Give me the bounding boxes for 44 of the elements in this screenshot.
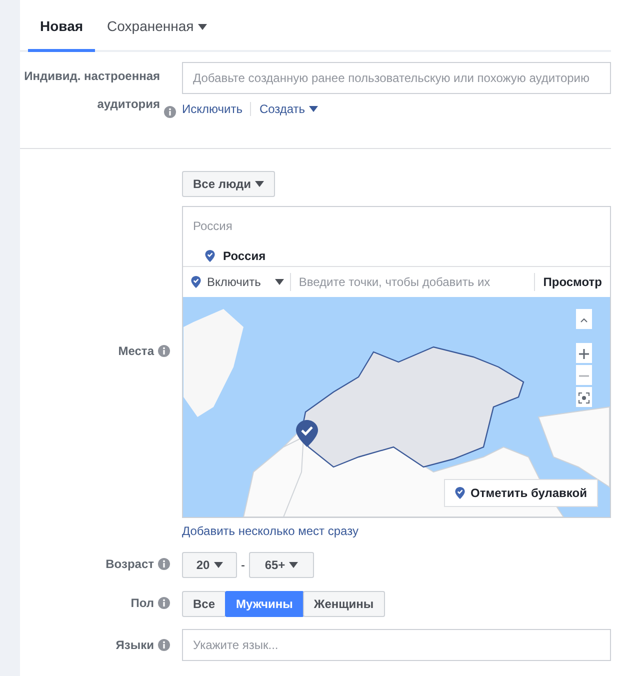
caret-icon xyxy=(214,562,223,568)
caret-icon xyxy=(274,279,284,285)
pin-icon xyxy=(191,276,201,288)
gender-option[interactable]: Мужчины xyxy=(225,591,304,617)
minus-icon xyxy=(579,374,589,377)
audience-dropdown[interactable]: Все люди xyxy=(182,171,276,197)
browse-button[interactable]: Просмотр xyxy=(534,273,602,291)
info-icon xyxy=(158,597,170,609)
gender-option[interactable]: Все xyxy=(182,591,226,617)
collapse-button[interactable] xyxy=(576,309,592,329)
info-icon xyxy=(158,639,170,651)
gender-option[interactable]: Женщины xyxy=(302,591,385,617)
pin-icon xyxy=(454,487,465,499)
caret-icon xyxy=(289,562,298,568)
drop-pin-button[interactable]: Отметить булавкой xyxy=(444,479,598,507)
info-icon xyxy=(164,106,176,118)
search-header: Россия xyxy=(193,218,234,235)
field-label: Пол xyxy=(130,596,154,610)
language-input-field[interactable]: Укажите язык... xyxy=(182,629,611,661)
tab[interactable]: Новая xyxy=(28,16,96,52)
age-separator: - xyxy=(241,557,245,574)
caret-icon xyxy=(255,181,264,187)
pin-icon xyxy=(205,250,215,262)
recenter-icon xyxy=(578,392,590,404)
field-label: Индивид. настроенная аудитория xyxy=(23,68,160,113)
map-pin-icon xyxy=(296,420,318,447)
location-tag: Россия xyxy=(223,247,266,265)
bulk-locations-link[interactable]: Добавить несколько мест сразу xyxy=(182,522,358,540)
recenter-button[interactable] xyxy=(576,387,592,407)
link[interactable]: Исключить xyxy=(182,100,242,118)
age-max-dropdown[interactable]: 65+ xyxy=(249,552,314,578)
info-icon xyxy=(158,345,170,357)
age-min-dropdown[interactable]: 20 xyxy=(182,552,237,578)
info-icon xyxy=(158,558,170,570)
audience-input-field[interactable]: Добавьте созданную ранее пользовательскую или похожую аудиторию xyxy=(182,62,611,94)
zoom-in-button[interactable] xyxy=(576,343,592,363)
field-label: Языки xyxy=(116,638,154,652)
field-label: Места xyxy=(118,344,154,358)
tab[interactable]: Сохраненная xyxy=(95,16,219,52)
link[interactable]: Создать xyxy=(259,100,318,118)
include-dropdown[interactable]: Включить xyxy=(191,273,284,291)
field-label: Возраст xyxy=(106,557,154,571)
plus-icon xyxy=(579,348,589,359)
chevron-up-icon xyxy=(580,316,588,323)
